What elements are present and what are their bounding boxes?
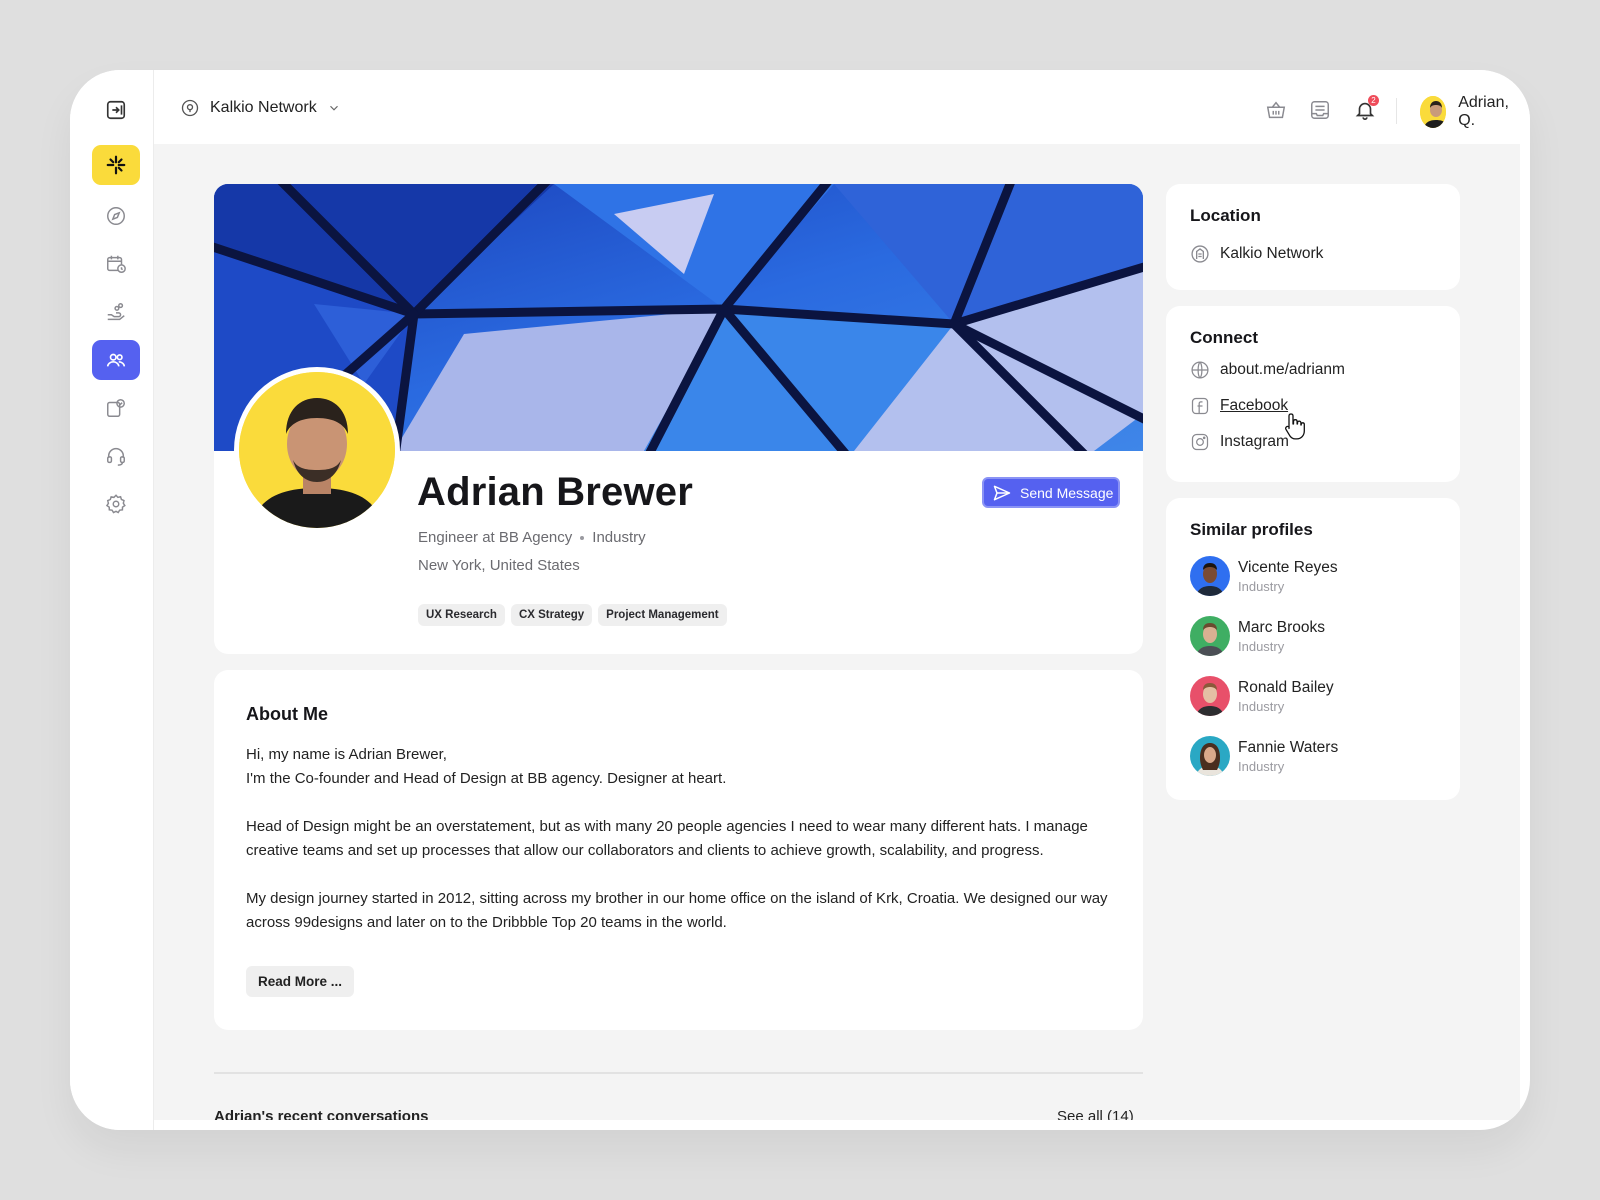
about-text: Hi, my name is Adrian Brewer, I'm the Co…: [246, 743, 1111, 935]
location-pin-icon: [181, 99, 199, 117]
skill-tag[interactable]: UX Research: [418, 604, 505, 626]
connect-title: Connect: [1190, 328, 1258, 347]
facebook-icon: [1191, 397, 1209, 415]
similar-profiles-card: Similar profiles Vicente Reyes Industry …: [1166, 498, 1460, 800]
about-paragraph: Head of Design might be an overstatement…: [246, 818, 1088, 859]
basket-icon: [1266, 101, 1286, 119]
sidebar-item-tasks[interactable]: [92, 388, 140, 428]
avatar: [1190, 736, 1230, 776]
building-icon: [1191, 245, 1209, 263]
collapse-sidebar-button[interactable]: [92, 90, 140, 130]
header-divider: [1396, 98, 1397, 124]
similar-profile-name: Fannie Waters: [1238, 738, 1339, 756]
about-title: About Me: [246, 704, 328, 724]
profile-card: Adrian Brewer Engineer at BB Agency Indu…: [214, 184, 1143, 654]
inbox-icon: [1311, 101, 1329, 119]
location-row: Kalkio Network: [1190, 242, 1436, 266]
separator-dot: [580, 535, 585, 540]
connect-row-instagram: Instagram: [1190, 424, 1436, 460]
network-selector[interactable]: Kalkio Network: [180, 98, 341, 118]
gear-icon: [105, 494, 126, 514]
sidebar-item-people[interactable]: [92, 340, 140, 380]
profile-name: Adrian Brewer: [417, 470, 694, 514]
globe-icon: [1191, 361, 1209, 379]
app-window: Kalkio Network 2 Adrian, Q. Adrian Brewe…: [70, 70, 1530, 1130]
network-name: Kalkio Network: [210, 99, 317, 116]
see-all-link[interactable]: See all (14): [1057, 1108, 1134, 1120]
about-card: About Me Hi, my name is Adrian Brewer, I…: [214, 670, 1143, 1030]
read-more-button[interactable]: Read More ...: [246, 966, 355, 997]
avatar: [1190, 556, 1230, 596]
connect-card: Connect about.me/adrianm Facebook Instag…: [1166, 306, 1460, 482]
brand-logo-button[interactable]: [92, 145, 140, 185]
about-line: I'm the Co-founder and Head of Design at…: [246, 770, 727, 787]
similar-profile-item[interactable]: Ronald Bailey Industry: [1190, 666, 1436, 726]
skill-tag[interactable]: Project Management: [598, 604, 727, 626]
main-content: Adrian Brewer Engineer at BB Agency Indu…: [154, 144, 1520, 1120]
sidebar-item-settings[interactable]: [92, 484, 140, 524]
avatar: [1420, 96, 1447, 128]
sidebar: [70, 70, 154, 1130]
section-divider: [214, 1072, 1143, 1074]
skill-tags: UX Research CX Strategy Project Manageme…: [418, 604, 727, 626]
similar-profile-industry: Industry: [1238, 698, 1285, 714]
user-name: Adrian, Q.: [1458, 94, 1509, 129]
facebook-link[interactable]: Facebook: [1220, 397, 1288, 415]
similar-profile-name: Marc Brooks: [1238, 618, 1325, 636]
similar-profile-item[interactable]: Fannie Waters Industry: [1190, 726, 1436, 786]
connect-row-website: about.me/adrianm: [1190, 352, 1436, 388]
similar-profile-item[interactable]: Vicente Reyes Industry: [1190, 546, 1436, 606]
collapse-sidebar-icon: [106, 100, 126, 120]
profile-avatar: [234, 367, 400, 533]
chevron-down-icon: [329, 105, 338, 111]
profile-meta: Engineer at BB Agency Industry: [418, 529, 646, 546]
connect-row-facebook: Facebook: [1190, 388, 1436, 424]
send-message-label: Send Message: [1020, 484, 1114, 501]
headset-icon: [107, 448, 125, 466]
similar-profiles-title: Similar profiles: [1190, 520, 1313, 539]
similar-profile-name: Ronald Bailey: [1238, 678, 1334, 696]
similar-profile-industry: Industry: [1238, 638, 1285, 654]
recent-conversations-title: Adrian's recent conversations: [214, 1108, 429, 1120]
send-message-button[interactable]: Send Message: [982, 477, 1120, 508]
sidebar-item-support[interactable]: [92, 436, 140, 476]
similar-profile-industry: Industry: [1238, 758, 1285, 774]
profile-location: New York, United States: [418, 557, 580, 574]
profile-role: Engineer at BB Agency: [418, 529, 573, 546]
avatar: [1190, 676, 1230, 716]
sidebar-item-schedule[interactable]: [92, 244, 140, 284]
chevron-down-icon: [1529, 105, 1530, 119]
top-header: Kalkio Network 2 Adrian, Q.: [154, 70, 1530, 144]
compass-icon: [107, 207, 125, 225]
users-icon: [106, 353, 126, 367]
about-paragraph: My design journey started in 2012, sitti…: [246, 890, 1108, 931]
instagram-icon: [1191, 433, 1209, 451]
instagram-link[interactable]: Instagram: [1220, 433, 1289, 451]
similar-profile-name: Vicente Reyes: [1238, 558, 1338, 576]
similar-profile-industry: Industry: [1238, 578, 1285, 594]
similar-profile-item[interactable]: Marc Brooks Industry: [1190, 606, 1436, 666]
skill-tag[interactable]: CX Strategy: [510, 604, 593, 626]
avatar: [1190, 616, 1230, 656]
about-line: Hi, my name is Adrian Brewer,: [246, 746, 447, 763]
hand-cursor-icon: [1285, 413, 1305, 440]
cart-button[interactable]: [1265, 99, 1287, 121]
profile-industry: Industry: [592, 529, 646, 546]
website-link[interactable]: about.me/adrianm: [1220, 361, 1345, 379]
clipboard-check-icon: [107, 399, 125, 417]
messages-button[interactable]: [1309, 99, 1331, 121]
sidebar-item-explore[interactable]: [92, 196, 140, 236]
sidebar-item-payments[interactable]: [92, 292, 140, 332]
brand-logo-icon: [106, 155, 126, 175]
paper-plane-icon: [993, 485, 1011, 500]
notifications-button[interactable]: 2: [1354, 95, 1379, 121]
location-value: Kalkio Network: [1220, 245, 1324, 262]
location-title: Location: [1190, 206, 1261, 225]
notification-badge: 2: [1368, 95, 1379, 106]
location-card: Location Kalkio Network: [1166, 184, 1460, 290]
calendar-clock-icon: [107, 255, 126, 273]
hand-money-icon: [107, 303, 125, 321]
user-menu[interactable]: Adrian, Q.: [1420, 94, 1530, 130]
